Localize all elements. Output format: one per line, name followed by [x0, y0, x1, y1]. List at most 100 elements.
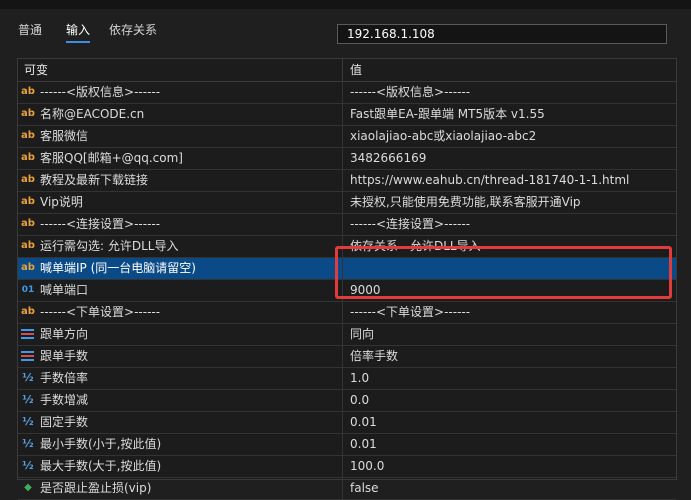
active-tab-underline [66, 41, 91, 43]
row-name-cell[interactable]: 跟单方向 [18, 324, 343, 345]
row-name-cell[interactable]: ½ 手数倍率 [18, 368, 343, 389]
double-type-icon: ½ [22, 393, 34, 406]
bool-type-icon: ◆ [24, 482, 32, 493]
row-name-cell[interactable]: ½ 最小手数(小于,按此值) [18, 434, 343, 455]
row-label: 名称@EACODE.cn [40, 107, 145, 121]
table-row[interactable]: ab Vip说明 未授权,只能使用免费功能,联系客服开通Vip [18, 192, 676, 214]
string-type-icon: ab [21, 240, 35, 251]
row-value-cell[interactable]: ------<版权信息>------ [343, 82, 676, 103]
row-name-cell[interactable]: ½ 固定手数 [18, 412, 343, 433]
tab-inputs[interactable]: 输入 [66, 21, 91, 43]
row-value-cell[interactable]: 0.0 [343, 390, 676, 411]
tab-common[interactable]: 普通 [18, 21, 42, 38]
tab-common-label: 普通 [18, 23, 43, 37]
row-value-cell[interactable]: xiaolajiao-abc或xiaolajiao-abc2 [343, 126, 676, 147]
row-name-cell[interactable]: ab 教程及最新下载链接 [18, 170, 343, 191]
string-type-icon: ab [21, 196, 35, 207]
highlight-box [335, 246, 672, 299]
row-value-cell[interactable]: https://www.eahub.cn/thread-181740-1-1.h… [343, 170, 676, 191]
row-label: ------<下单设置>------ [40, 305, 161, 319]
string-type-icon: ab [21, 262, 35, 273]
double-type-icon: ½ [22, 371, 34, 384]
row-value-cell[interactable]: 倍率手数 [343, 346, 676, 367]
string-type-icon: ab [21, 218, 35, 229]
ip-value-edit-field[interactable]: 192.168.1.108 [337, 24, 667, 44]
row-name-cell[interactable]: ab 名称@EACODE.cn [18, 104, 343, 125]
table-row[interactable]: ◆ 是否跟止盈止损(vip) false [18, 478, 676, 500]
row-label: 喊单端IP (同一台电脑请留空) [40, 261, 196, 275]
row-label: 最大手数(大于,按此值) [40, 459, 162, 473]
string-type-icon: ab [21, 108, 35, 119]
column-header-variable[interactable]: 可变 [18, 59, 343, 81]
row-label: 客服QQ[邮箱+@qq.com] [40, 151, 183, 165]
tab-inputs-label: 输入 [66, 23, 91, 37]
integer-type-icon: 01 [21, 285, 35, 295]
enum-type-icon [21, 351, 34, 362]
row-name-cell[interactable]: ab ------<版权信息>------ [18, 82, 343, 103]
row-name-cell[interactable]: ◆ 是否跟止盈止损(vip) [18, 478, 343, 499]
table-row[interactable]: ½ 最小手数(小于,按此值) 0.01 [18, 434, 676, 456]
top-strip [0, 0, 691, 9]
row-label: 跟单方向 [40, 327, 89, 341]
table-row[interactable]: ab 教程及最新下载链接 https://www.eahub.cn/thread-1… [18, 170, 676, 192]
table-row[interactable]: ab 客服微信 xiaolajiao-abc或xiaolajiao-abc2 [18, 126, 676, 148]
row-value-cell[interactable]: false [343, 478, 676, 499]
table-row[interactable]: ab 名称@EACODE.cn Fast跟单EA-跟单端 MT5版本 v1.55 [18, 104, 676, 126]
table-row[interactable]: ½ 手数增减 0.0 [18, 390, 676, 412]
row-value-cell[interactable]: 0.01 [343, 434, 676, 455]
row-name-cell[interactable]: ab 客服QQ[邮箱+@qq.com] [18, 148, 343, 169]
row-value-cell[interactable]: 3482666169 [343, 148, 676, 169]
tab-dependencies-label: 依存关系 [109, 23, 158, 37]
row-label: 客服微信 [40, 129, 89, 143]
row-value-cell[interactable]: ------<连接设置>------ [343, 214, 676, 235]
row-name-cell[interactable]: ab 喊单端IP (同一台电脑请留空) [18, 258, 343, 279]
table-row[interactable]: ½ 固定手数 0.01 [18, 412, 676, 434]
row-value-cell[interactable]: 未授权,只能使用免费功能,联系客服开通Vip [343, 192, 676, 213]
row-name-cell[interactable]: ab ------<连接设置>------ [18, 214, 343, 235]
ip-value-edit-text: 192.168.1.108 [347, 27, 435, 41]
row-label: 最小手数(小于,按此值) [40, 437, 162, 451]
row-label: 运行需勾选: 允许DLL导入 [40, 239, 179, 253]
table-row[interactable]: ab ------<版权信息>------ ------<版权信息>------ [18, 82, 676, 104]
row-label: 跟单手数 [40, 349, 89, 363]
tab-dependencies[interactable]: 依存关系 [109, 21, 157, 38]
row-value-cell[interactable]: 100.0 [343, 456, 676, 477]
row-name-cell[interactable]: ½ 最大手数(大于,按此值) [18, 456, 343, 477]
column-header-value[interactable]: 值 [343, 59, 676, 81]
row-label: 固定手数 [40, 415, 89, 429]
row-value-cell[interactable]: 0.01 [343, 412, 676, 433]
string-type-icon: ab [21, 174, 35, 185]
table-row[interactable]: ½ 最大手数(大于,按此值) 100.0 [18, 456, 676, 478]
string-type-icon: ab [21, 86, 35, 97]
row-name-cell[interactable]: ab 运行需勾选: 允许DLL导入 [18, 236, 343, 257]
table-row[interactable]: 跟单手数 倍率手数 [18, 346, 676, 368]
string-type-icon: ab [21, 152, 35, 163]
table-row[interactable]: 跟单方向 同向 [18, 324, 676, 346]
row-name-cell[interactable]: 01 喊单端口 [18, 280, 343, 301]
string-type-icon: ab [21, 130, 35, 141]
string-type-icon: ab [21, 306, 35, 317]
table-row[interactable]: ½ 手数倍率 1.0 [18, 368, 676, 390]
row-value-cell[interactable]: 1.0 [343, 368, 676, 389]
row-value-cell[interactable]: ------<下单设置>------ [343, 302, 676, 323]
row-label: ------<版权信息>------ [40, 85, 161, 99]
row-label: Vip说明 [40, 195, 83, 209]
row-label: 喊单端口 [40, 283, 89, 297]
row-name-cell[interactable]: ab 客服微信 [18, 126, 343, 147]
row-value-cell[interactable]: Fast跟单EA-跟单端 MT5版本 v1.55 [343, 104, 676, 125]
row-name-cell[interactable]: ab ------<下单设置>------ [18, 302, 343, 323]
table-row[interactable]: ab ------<下单设置>------ ------<下单设置>------ [18, 302, 676, 324]
row-name-cell[interactable]: ab Vip说明 [18, 192, 343, 213]
double-type-icon: ½ [22, 459, 34, 472]
table-row[interactable]: ab 客服QQ[邮箱+@qq.com] 3482666169 [18, 148, 676, 170]
row-name-cell[interactable]: ½ 手数增减 [18, 390, 343, 411]
grid-header: 可变 值 [18, 59, 676, 82]
double-type-icon: ½ [22, 437, 34, 450]
row-label: ------<连接设置>------ [40, 217, 161, 231]
row-label: 是否跟止盈止损(vip) [40, 481, 152, 495]
row-name-cell[interactable]: 跟单手数 [18, 346, 343, 367]
enum-type-icon [21, 329, 34, 340]
table-row[interactable]: ab ------<连接设置>------ ------<连接设置>------ [18, 214, 676, 236]
row-value-cell[interactable]: 同向 [343, 324, 676, 345]
row-label: 手数倍率 [40, 371, 89, 385]
